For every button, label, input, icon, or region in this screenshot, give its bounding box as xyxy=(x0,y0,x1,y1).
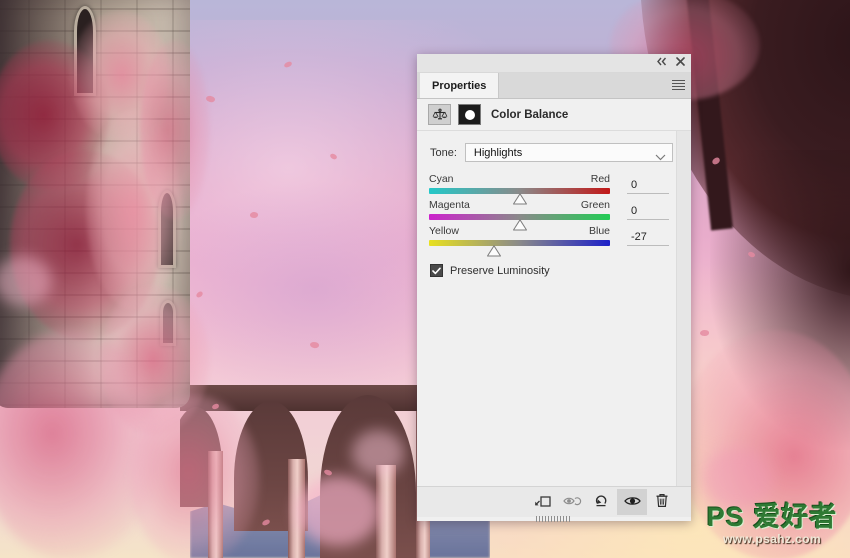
slider-magenta-green: Magenta Green 0 xyxy=(429,199,691,231)
eye-previous-state-icon xyxy=(562,494,582,511)
preserve-luminosity-checkbox[interactable] xyxy=(430,264,443,277)
adjustment-header: Color Balance xyxy=(417,99,691,131)
slider-handle[interactable] xyxy=(487,245,502,257)
properties-panel: Properties Color Balance Tone: Highlight… xyxy=(417,54,691,522)
panel-tabstrip: Properties xyxy=(417,73,691,99)
view-previous-state-button[interactable] xyxy=(557,489,587,515)
panel-titlebar xyxy=(417,54,691,73)
delete-button[interactable] xyxy=(647,489,677,515)
toggle-visibility-button[interactable] xyxy=(617,489,647,515)
bokeh-light xyxy=(296,476,380,546)
chevron-down-icon xyxy=(655,149,666,168)
slider-value-input[interactable]: 0 xyxy=(627,179,669,194)
tone-selected-value: Highlights xyxy=(473,147,523,159)
slider-left-label: Yellow xyxy=(429,225,459,237)
slider-left-label: Magenta xyxy=(429,199,470,211)
tab-properties[interactable]: Properties xyxy=(420,73,500,98)
slider-right-label: Red xyxy=(590,173,610,185)
close-icon[interactable] xyxy=(673,57,687,70)
slider-left-label: Cyan xyxy=(429,173,454,185)
color-balance-scale-icon[interactable] xyxy=(428,104,451,125)
slider-right-label: Green xyxy=(580,199,610,211)
color-balance-sliders: Cyan Red 0 Magenta Green 0 Yellow Blue -… xyxy=(417,162,691,257)
panel-footer xyxy=(417,486,691,522)
eye-icon xyxy=(623,495,641,510)
panel-menu-icon[interactable] xyxy=(672,80,685,91)
slider-yellow-blue: Yellow Blue -27 xyxy=(429,225,691,257)
slider-track[interactable] xyxy=(429,188,610,205)
watermark-brand: PS 爱好者 xyxy=(706,502,838,532)
tone-label: Tone: xyxy=(430,146,457,159)
slider-right-label: Blue xyxy=(588,225,610,237)
slider-track[interactable] xyxy=(429,214,610,231)
tone-select[interactable]: Highlights xyxy=(464,143,673,162)
slider-track[interactable] xyxy=(429,240,610,257)
adjustment-title: Color Balance xyxy=(491,108,569,121)
trash-icon xyxy=(655,493,669,511)
preserve-luminosity-row[interactable]: Preserve Luminosity xyxy=(417,251,691,277)
collapse-double-chevron-icon[interactable] xyxy=(655,57,669,70)
clip-to-layer-button[interactable] xyxy=(527,489,557,515)
checkmark-icon xyxy=(432,267,441,274)
bokeh-light xyxy=(352,430,404,476)
slider-cyan-red: Cyan Red 0 xyxy=(429,173,691,205)
reset-button[interactable] xyxy=(587,489,617,515)
slider-value-input[interactable]: 0 xyxy=(627,205,669,220)
watermark-url: www.psahz.com xyxy=(722,532,822,546)
clip-to-layer-icon xyxy=(534,494,551,511)
resize-grip-icon[interactable] xyxy=(536,516,572,522)
preserve-luminosity-label: Preserve Luminosity xyxy=(450,264,550,277)
layer-mask-thumbnail-icon[interactable] xyxy=(458,104,481,125)
slider-value-input[interactable]: -27 xyxy=(627,231,669,246)
bokeh-light xyxy=(702,448,772,510)
tone-row: Tone: Highlights xyxy=(417,131,691,162)
reset-arrow-icon xyxy=(594,493,610,511)
watermark: PS 爱好者 www.psahz.com xyxy=(702,502,842,552)
blossom-cluster-foreground xyxy=(130,395,260,558)
panel-body: Tone: Highlights Cyan Red 0 Magenta Gree… xyxy=(417,131,691,486)
blossom-cluster xyxy=(140,40,210,220)
screenshot-stage: Properties Color Balance Tone: Highlight… xyxy=(0,0,850,558)
